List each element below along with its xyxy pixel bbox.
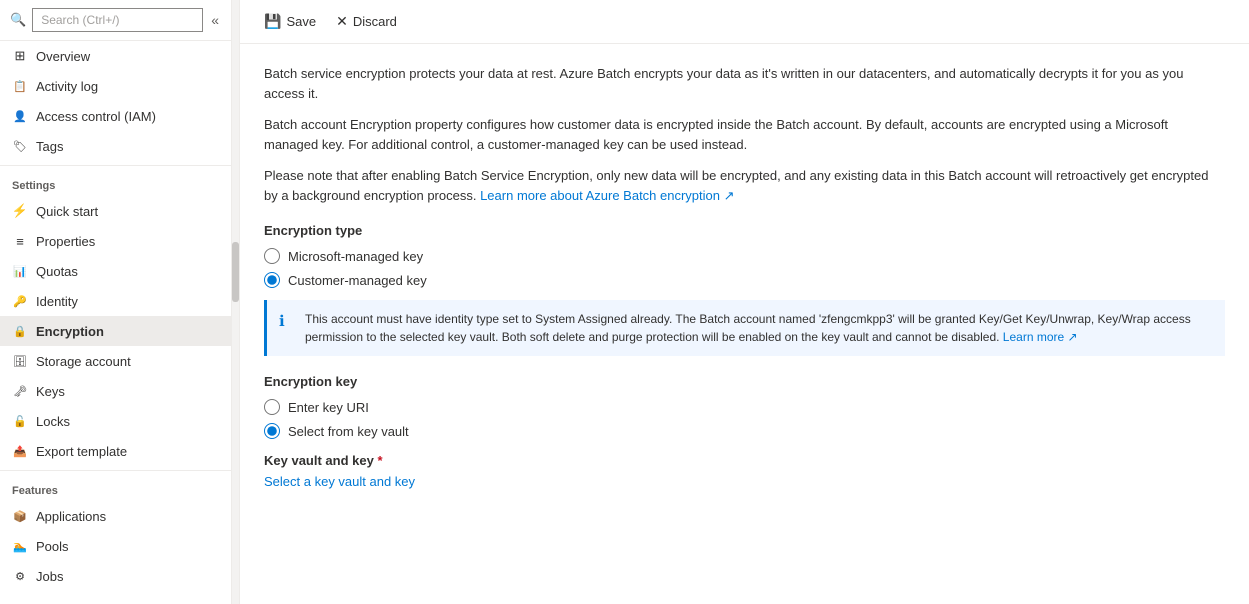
sidebar: 🔍 « ⊞ Overview 📋 Activity log 👤 Access c… <box>0 0 232 604</box>
info-icon: ℹ <box>279 311 297 334</box>
key-vault-key-label: Key vault and key * <box>264 453 1225 468</box>
sidebar-item-activity-log[interactable]: 📋 Activity log <box>0 71 231 101</box>
sidebar-item-overview[interactable]: ⊞ Overview <box>0 41 231 71</box>
sidebar-item-tags[interactable]: 🏷 Tags <box>0 131 231 161</box>
save-icon: 💾 <box>264 13 281 30</box>
features-header: Features <box>0 475 231 501</box>
discard-button[interactable]: ✕ Discard <box>328 9 405 34</box>
info-box: ℹ This account must have identity type s… <box>264 300 1225 356</box>
sidebar-item-locks[interactable]: 🔓 Locks <box>0 406 231 436</box>
select-key-vault-link[interactable]: Select a key vault and key <box>264 474 415 489</box>
sidebar-scrollbar[interactable] <box>232 0 240 604</box>
encryption-icon: 🔒 <box>12 323 28 339</box>
toolbar: 💾 Save ✕ Discard <box>240 0 1249 44</box>
description-3: Please note that after enabling Batch Se… <box>264 166 1225 205</box>
quotas-icon: 📊 <box>12 263 28 279</box>
identity-icon: 🔑 <box>12 293 28 309</box>
sidebar-item-export-template[interactable]: 📤 Export template <box>0 436 231 466</box>
quick-start-icon: ⚡ <box>12 203 28 219</box>
sidebar-item-quick-start[interactable]: ⚡ Quick start <box>0 196 231 226</box>
content-area: Batch service encryption protects your d… <box>240 44 1249 604</box>
properties-icon: ≡ <box>12 233 28 249</box>
description-2: Batch account Encryption property config… <box>264 115 1225 154</box>
search-icon: 🔍 <box>10 12 26 28</box>
description-1: Batch service encryption protects your d… <box>264 64 1225 103</box>
radio-label-customer[interactable]: Customer-managed key <box>264 272 1225 288</box>
settings-header: Settings <box>0 170 231 196</box>
storage-account-icon: 🗄 <box>12 353 28 369</box>
divider-2 <box>0 470 231 471</box>
radio-select-vault[interactable] <box>264 423 280 439</box>
activity-log-icon: 📋 <box>12 78 28 94</box>
sidebar-item-keys[interactable]: 🗝 Keys <box>0 376 231 406</box>
sidebar-item-applications[interactable]: 📦 Applications <box>0 501 231 531</box>
locks-icon: 🔓 <box>12 413 28 429</box>
radio-label-select-vault[interactable]: Select from key vault <box>264 423 1225 439</box>
learn-more-link-1[interactable]: Learn more about Azure Batch encryption … <box>480 188 734 203</box>
main-content: 💾 Save ✕ Discard Batch service encryptio… <box>240 0 1249 604</box>
sidebar-item-properties[interactable]: ≡ Properties <box>0 226 231 256</box>
encryption-key-label: Encryption key <box>264 374 1225 389</box>
search-bar: 🔍 « <box>0 0 231 41</box>
sidebar-item-encryption[interactable]: 🔒 Encryption <box>0 316 231 346</box>
access-control-icon: 👤 <box>12 108 28 124</box>
discard-icon: ✕ <box>336 13 348 30</box>
sidebar-item-pools[interactable]: 🏊 Pools <box>0 531 231 561</box>
collapse-button[interactable]: « <box>209 10 221 30</box>
applications-icon: 📦 <box>12 508 28 524</box>
sidebar-item-jobs[interactable]: ⚙ Jobs <box>0 561 231 591</box>
save-button[interactable]: 💾 Save <box>256 9 324 34</box>
pools-icon: 🏊 <box>12 538 28 554</box>
sidebar-item-access-control[interactable]: 👤 Access control (IAM) <box>0 101 231 131</box>
radio-customer-managed[interactable] <box>264 272 280 288</box>
search-input[interactable] <box>32 8 203 32</box>
encryption-key-radio-group: Enter key URI Select from key vault <box>264 399 1225 439</box>
encryption-type-radio-group: Microsoft-managed key Customer-managed k… <box>264 248 1225 288</box>
sidebar-item-identity[interactable]: 🔑 Identity <box>0 286 231 316</box>
radio-microsoft-managed[interactable] <box>264 248 280 264</box>
radio-label-enter-uri[interactable]: Enter key URI <box>264 399 1225 415</box>
overview-icon: ⊞ <box>12 48 28 64</box>
encryption-type-label: Encryption type <box>264 223 1225 238</box>
jobs-icon: ⚙ <box>12 568 28 584</box>
radio-label-microsoft[interactable]: Microsoft-managed key <box>264 248 1225 264</box>
sidebar-item-quotas[interactable]: 📊 Quotas <box>0 256 231 286</box>
learn-more-link-2[interactable]: Learn more ↗ <box>1003 330 1078 344</box>
tags-icon: 🏷 <box>12 138 28 154</box>
sidebar-item-storage-account[interactable]: 🗄 Storage account <box>0 346 231 376</box>
keys-icon: 🗝 <box>12 383 28 399</box>
export-template-icon: 📤 <box>12 443 28 459</box>
divider-1 <box>0 165 231 166</box>
required-star: * <box>377 453 382 468</box>
radio-enter-uri[interactable] <box>264 399 280 415</box>
